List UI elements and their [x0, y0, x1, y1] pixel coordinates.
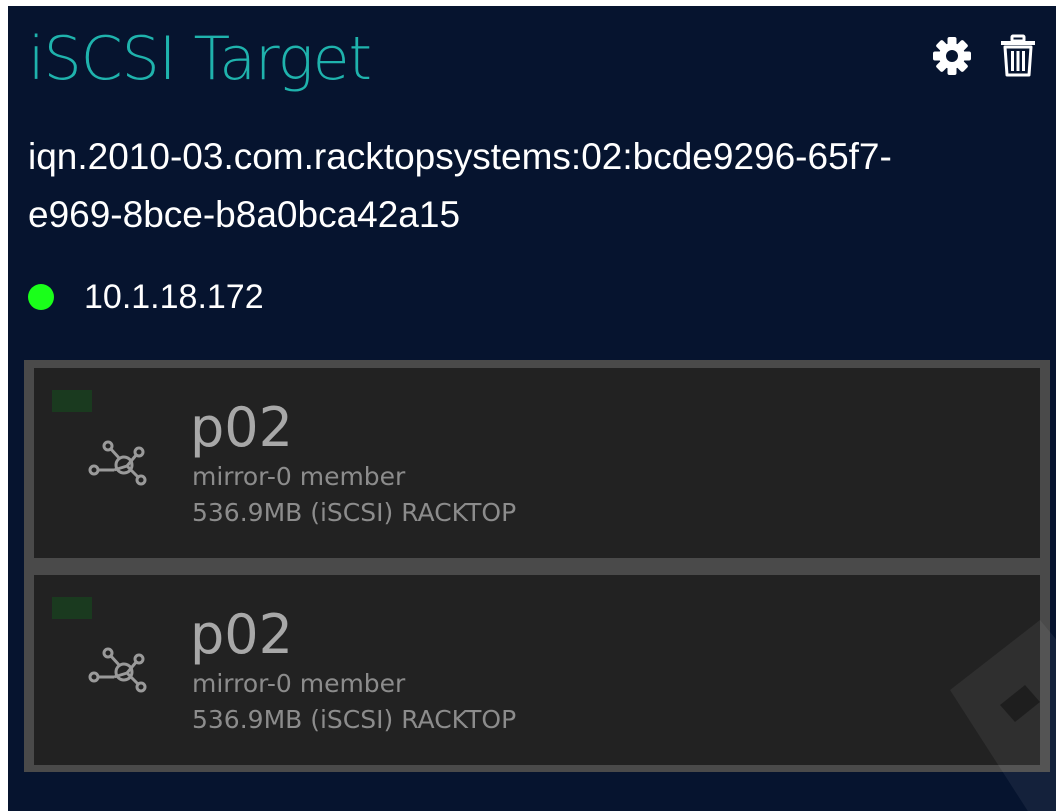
disk-status-tag [52, 390, 92, 412]
disk-card[interactable]: p02 mirror-0 member 536.9MB (iSCSI) RACK… [34, 575, 1040, 765]
network-nodes-icon [88, 440, 147, 486]
trash-icon [1001, 34, 1035, 77]
disk-status-tag [52, 597, 92, 619]
left-edge [0, 0, 8, 811]
settings-button[interactable] [930, 34, 974, 78]
target-iqn: iqn.2010-03.com.racktopsystems:02:bcde92… [28, 128, 1038, 244]
disk-list: p02 mirror-0 member 536.9MB (iSCSI) RACK… [24, 360, 1050, 772]
disk-role: mirror-0 member [192, 669, 406, 698]
page-title: iSCSI Target [28, 24, 372, 94]
disk-detail: 536.9MB (iSCSI) RACKTOP [192, 705, 517, 734]
target-iqn-line-2: e969-8bce-b8a0bca42a15 [28, 194, 461, 235]
disk-name: p02 [190, 396, 293, 459]
disk-role: mirror-0 member [192, 462, 406, 491]
iscsi-target-panel: iSCSI Target iqn.2010-03.com.racktopsyst… [0, 0, 1056, 811]
target-iqn-line-1: iqn.2010-03.com.racktopsystems:02:bcde92… [28, 136, 892, 177]
gear-icon [933, 37, 971, 75]
disk-card[interactable]: p02 mirror-0 member 536.9MB (iSCSI) RACK… [34, 368, 1040, 558]
target-status: 10.1.18.172 [28, 272, 264, 322]
target-ip-address: 10.1.18.172 [84, 277, 264, 316]
disk-detail: 536.9MB (iSCSI) RACKTOP [192, 498, 517, 527]
top-edge [0, 0, 1056, 6]
disk-name: p02 [190, 603, 293, 666]
network-nodes-icon [88, 647, 147, 693]
status-online-icon [28, 284, 54, 310]
delete-button[interactable] [996, 34, 1040, 78]
